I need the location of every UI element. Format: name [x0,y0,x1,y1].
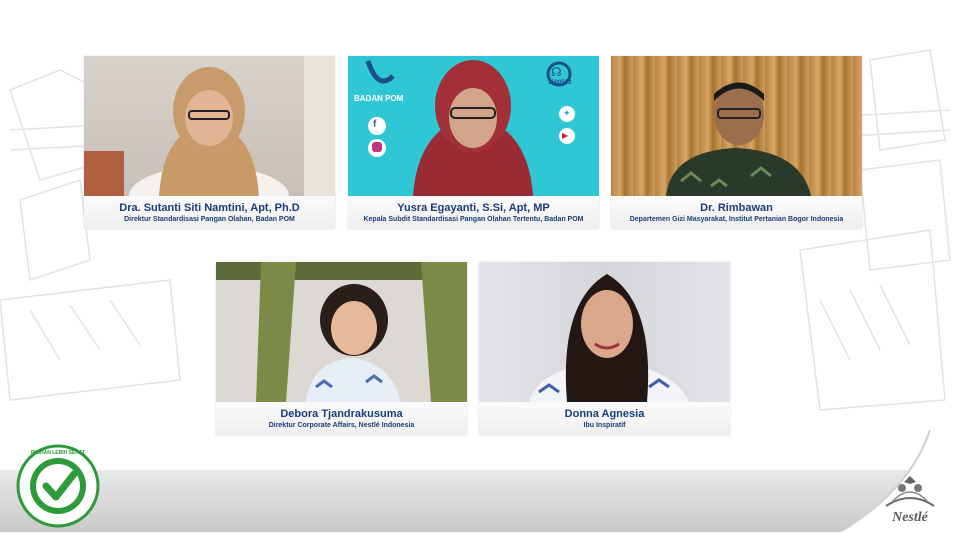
participant-role: Direktur Corporate Affairs, Nestlé Indon… [268,421,415,429]
person-illustration [666,82,811,196]
brand-wordmark: Nestlé [892,510,928,525]
pom-hotline: 1500533 [548,80,572,86]
instagram-icon [372,142,382,152]
participant-caption: Dra. Sutanti Siti Namtini, Apt, Ph.D Dir… [84,196,335,229]
participant-video: BADAN POM 1500533 f ✦ ▶ ☊ [348,56,599,196]
participant-tile[interactable]: Debora Tjandrakusuma Direktur Corporate … [216,262,467,435]
participant-tile[interactable]: Dra. Sutanti Siti Namtini, Apt, Ph.D Dir… [84,56,335,229]
participant-video [479,262,730,402]
brand-logo: Nestlé [878,472,942,528]
participant-name: Dr. Rimbawan [700,201,773,214]
badge-graphic [16,444,100,528]
pom-logo-text: BADAN POM [354,94,404,103]
participant-name: Dra. Sutanti Siti Namtini, Apt, Ph.D [119,201,300,214]
participant-video [216,262,467,402]
participant-caption: Donna Agnesia Ibu Inspiratif [479,402,730,435]
participant-tile[interactable]: BADAN POM 1500533 f ✦ ▶ ☊ Yusra Egayanti… [348,56,599,229]
nest-logo-icon [885,476,935,507]
badge-text: PILIHAN LEBIH SEHAT [30,450,86,456]
bottom-banner [0,470,953,532]
participant-video [84,56,335,196]
twitter-icon: ✦ [563,108,571,118]
facebook-icon: f [373,119,377,130]
participant-role: Direktur Standardisasi Pangan Olahan, Ba… [124,215,295,223]
participant-name: Debora Tjandrakusuma [280,407,403,420]
participant-role: Ibu Inspiratif [583,421,626,429]
youtube-icon: ▶ [562,131,569,140]
participant-name: Donna Agnesia [564,407,645,420]
participant-role: Kepala Subdit Standardisasi Pangan Olaha… [363,215,584,223]
person-illustration [216,262,467,402]
participant-tile[interactable]: Donna Agnesia Ibu Inspiratif [479,262,730,435]
person-illustration [84,56,335,196]
participant-role: Departemen Gizi Masyarakat, Institut Per… [629,215,844,223]
headset-icon: ☊ [551,65,562,79]
participant-tile[interactable]: Dr. Rimbawan Departemen Gizi Masyarakat,… [611,56,862,229]
person-illustration [529,274,689,402]
participant-caption: Yusra Egayanti, S.Si, Apt, MP Kepala Sub… [348,196,599,229]
participant-caption: Dr. Rimbawan Departemen Gizi Masyarakat,… [611,196,862,229]
participant-name: Yusra Egayanti, S.Si, Apt, MP [397,201,550,214]
participant-video [611,56,862,196]
healthier-choice-badge: PILIHAN LEBIH SEHAT [16,444,100,528]
participant-caption: Debora Tjandrakusuma Direktur Corporate … [216,402,467,435]
